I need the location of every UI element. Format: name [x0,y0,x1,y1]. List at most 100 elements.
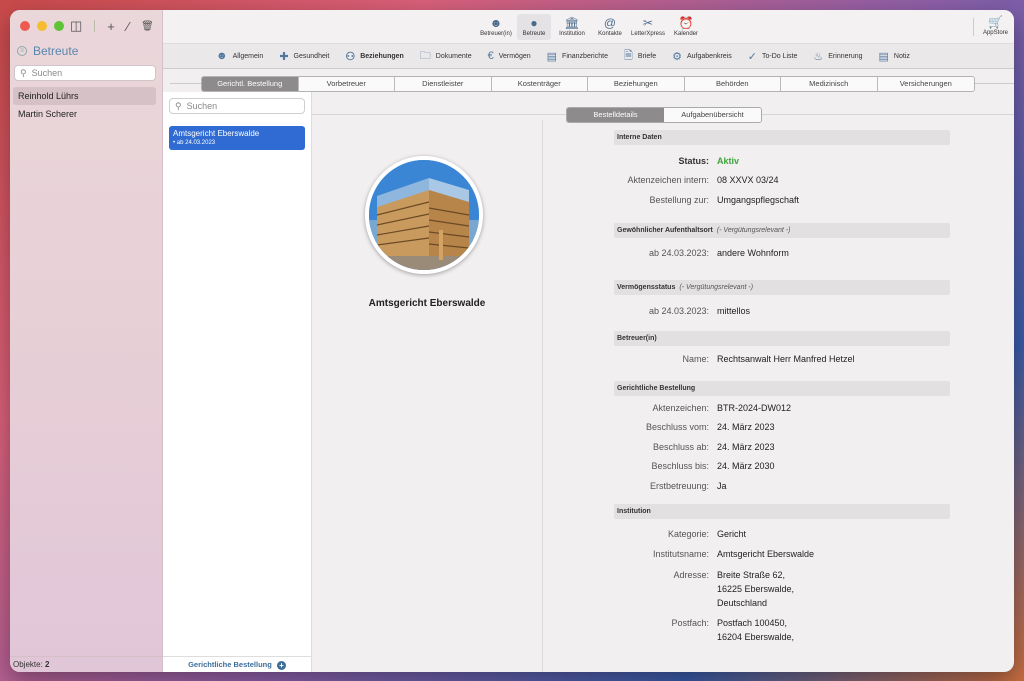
nav-allgemein[interactable]: ☻ Allgemein [216,50,263,62]
institution-card: Amtsgericht Eberswalde [312,120,543,672]
nav-label: Notiz [893,52,910,60]
row-erstbetreuung: Erstbetreuung: Ja [614,476,950,496]
nav-label: Vermögen [498,52,531,60]
tab-versicherungen[interactable]: Versicherungen [877,77,974,91]
sidebar-tools: ◫ + ∕ 🗑 [70,18,154,34]
tab-beziehungen[interactable]: Beziehungen [588,77,685,91]
nav-dokumente[interactable]: 🗀 Dokumente [420,47,472,66]
segment-bestelldetails[interactable]: Bestelldetails [567,108,664,122]
nav-label: Aufgabenkreis [687,52,732,60]
section-header-betreuer: Betreuer(in) [614,330,950,346]
euro-icon: € [487,50,494,62]
field-label: Kategorie: [667,529,709,540]
segment-aufgabenuebersicht[interactable]: Aufgabenübersicht [664,108,761,122]
medkit-icon: ✚ [279,50,289,63]
toolbar-betreute-button[interactable]: ● Betreute [517,14,551,40]
add-court-order-button[interactable]: Gerichtliche Bestellung + [163,656,311,672]
toolbar-letterxpress-button[interactable]: ✂ LetterXpress [631,14,665,40]
section-title: Betreuer(in) [617,334,657,342]
toolbar-label: Institution [559,31,585,37]
tab-dienstleister[interactable]: Dienstleister [395,77,492,91]
row-postfach: Postfach: Postfach 100450, 16204 Eberswa… [614,610,950,644]
toolbar-divider [973,18,974,36]
nav-vermoegen[interactable]: € Vermögen [488,50,531,62]
people-outline-icon: ☻ [489,16,503,30]
toolbar-kontakte-button[interactable]: @ Kontakte [593,14,627,40]
toolbar-institution-button[interactable]: 🏛 Institution [555,14,589,40]
field-label: Beschluss ab: [652,441,709,452]
address-line: 16225 Eberswalde, [717,583,795,594]
sidebar-toggle-icon[interactable]: ◫ [70,18,82,34]
nav-label: To-Do Liste [761,52,798,60]
postfach-line: Postfach 100450, [717,617,788,628]
list-item-subtitle: • ab 24.03.2023 [173,140,216,146]
close-window-button[interactable] [20,21,30,31]
list-item[interactable]: Amtsgericht Eberswalde • ab 24.03.2023 [169,126,305,150]
toolbar-kalender-button[interactable]: ⏰ Kalender [669,14,703,40]
sidebar-title: Betreute [33,44,79,58]
zoom-window-button[interactable] [54,21,64,31]
window-controls [20,21,64,31]
field-label: Erstbetreuung: [649,480,709,491]
address-line: Deutschland [717,597,768,608]
field-value: Gericht [717,529,747,540]
nav-briefe[interactable]: 🗎 Briefe [624,47,656,66]
nav-label: Gesundheit [293,52,330,60]
nav-finanzberichte[interactable]: ▤ Finanzberichte [547,50,608,63]
field-value: 08 XXVX 03/24 [717,175,779,186]
tab-behoerden[interactable]: Behörden [684,77,781,91]
tab-medizinisch[interactable]: Medizinisch [781,77,878,91]
row-aufenthalt: ab 24.03.2023: andere Wohnform [614,244,950,264]
tab-kostentraeger[interactable]: Kostenträger [491,77,588,91]
toolbar-betreuer-button[interactable]: ☻ Betreuer(in) [479,14,513,40]
toolbar-label: Kalender [673,31,699,37]
gear-person-icon: ⚙ [672,50,682,63]
minimize-window-button[interactable] [37,21,47,31]
nav-gesundheit[interactable]: ✚ Gesundheit [279,50,329,63]
nav-label: Dokumente [435,52,472,60]
row-beschluss-vom: Beschluss vom: 24. März 2023 [614,418,950,438]
section-header-institution: Institution [614,503,950,519]
list-item-title: Amtsgericht Eberswalde [173,129,260,138]
section-header-gericht: Gerichtliche Bestellung [614,381,950,396]
field-label: Beschluss vom: [645,422,709,433]
add-icon[interactable]: + [107,19,115,34]
field-label: Adresse: [673,569,709,580]
sidebar-item-martin[interactable]: Martin Scherer [13,105,156,123]
nav-erinnerung[interactable]: ♨ Erinnerung [813,50,862,63]
tab-gerichtl-bestellung[interactable]: Gerichtl. Bestellung [202,77,299,91]
row-adresse: Adresse: Breite Straße 62, 16225 Eberswa… [614,564,950,610]
sidebar-search-input[interactable]: ⚲ Suchen [14,65,156,81]
nav-todo[interactable]: ✓ To-Do Liste [748,50,798,63]
list-search-input[interactable]: ⚲ Suchen [169,98,305,114]
appstore-button[interactable]: 🛒 AppStore [983,14,1008,36]
field-value: mittellos [717,305,751,316]
section-header-aufenthalt: Gewöhnlicher Aufenthaltsort (- Vergütungs… [614,222,950,238]
nav-label: Erinnerung [828,52,863,60]
row-bestellung: Bestellung zur: Umgangspflegschaft [614,190,950,210]
cart-icon: 🛒 [988,15,1003,29]
nav-aufgabenkreis[interactable]: ⚙ Aufgabenkreis [672,50,732,63]
sidebar-list: Reinhold Lührs Martin Scherer [13,87,156,123]
field-label: ab 24.03.2023: [648,305,709,316]
field-value: Ja [717,480,727,491]
nav-label: Beziehungen [360,52,404,60]
sidebar-footer: Objekte: 2 [10,656,162,672]
filter-icon[interactable]: ≡ [17,46,27,56]
alarm-icon: ⏰ [678,16,694,30]
sidebar-header: ≡ Betreute [17,44,78,58]
toolbar-label: Betreuer(in) [480,31,512,37]
sidebar-item-reinhold[interactable]: Reinhold Lührs [13,87,156,105]
section-title: Vermögensstatus [617,284,676,291]
object-count-value: 2 [45,660,50,669]
field-value: andere Wohnform [717,248,789,259]
edit-icon[interactable]: ∕ [127,19,129,34]
trash-icon[interactable]: 🗑 [141,21,154,32]
nav-beziehungen[interactable]: ⚇ Beziehungen [345,50,403,63]
field-value: 24. März 2030 [717,461,775,472]
field-value: Rechtsanwalt Herr Manfred Hetzel [717,354,855,365]
tab-vorbetreuer[interactable]: Vorbetreuer [298,77,395,91]
field-value: Amtsgericht Eberswalde [717,548,815,559]
address-line: Breite Straße 62, [717,569,786,580]
nav-notiz[interactable]: ▤ Notiz [879,50,910,63]
